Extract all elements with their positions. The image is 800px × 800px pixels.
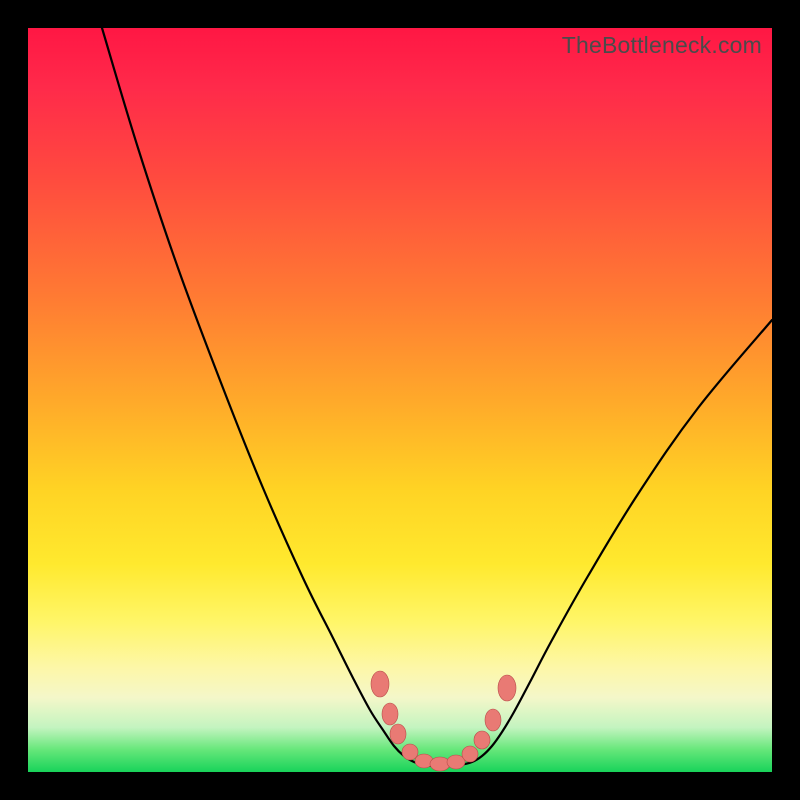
- bead-10: [498, 675, 516, 701]
- bead-0: [371, 671, 389, 697]
- curve-left-branch: [102, 28, 436, 766]
- bead-9: [485, 709, 501, 731]
- bead-7: [462, 746, 478, 762]
- bead-3: [402, 744, 418, 760]
- plot-area: TheBottleneck.com: [28, 28, 772, 772]
- bead-5: [430, 757, 450, 771]
- curve-right-branch: [436, 320, 772, 766]
- bead-2: [390, 724, 406, 744]
- bead-1: [382, 703, 398, 725]
- bead-group: [371, 671, 516, 771]
- bead-8: [474, 731, 490, 749]
- bottleneck-curve: [28, 28, 772, 772]
- outer-frame: TheBottleneck.com: [0, 0, 800, 800]
- bead-6: [447, 755, 465, 769]
